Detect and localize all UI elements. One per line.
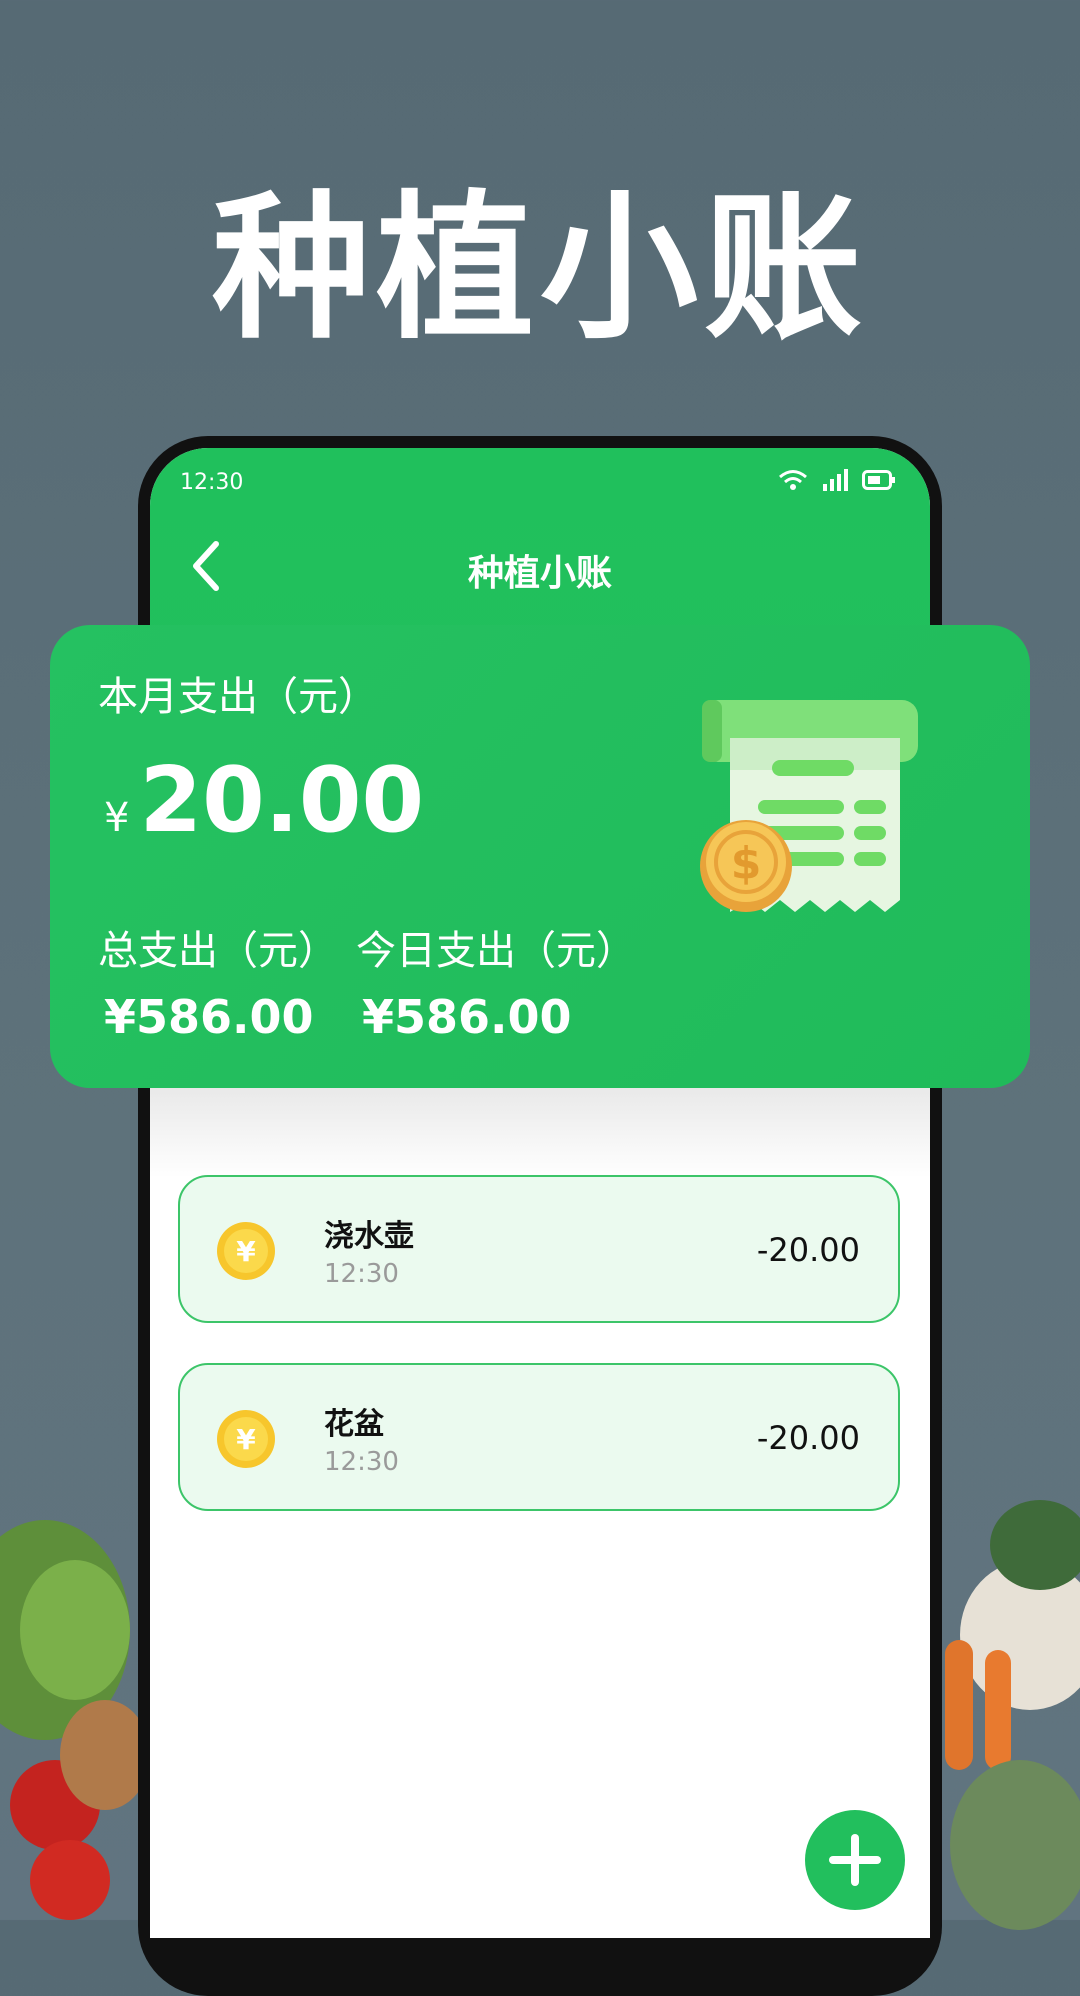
card-shadow (150, 1088, 930, 1178)
status-icons (778, 468, 896, 492)
receipt-coin-icon: $ (700, 700, 918, 912)
entry-name: 浇水壶 (324, 1219, 414, 1254)
entry-name: 花盆 (324, 1407, 384, 1442)
status-time: 12:30 (180, 470, 244, 495)
entry-time: 12:30 (324, 1447, 399, 1477)
entry-amount: -20.00 (756, 1419, 860, 1457)
battery-icon (862, 470, 895, 490)
promo-headline: 种植小账 (212, 177, 868, 361)
svg-text:¥: ¥ (236, 1235, 256, 1268)
entry-amount: -20.00 (756, 1231, 860, 1269)
expense-entry[interactable]: ¥ 浇水壶 12:30 -20.00 (178, 1175, 900, 1323)
signal-icon (823, 469, 848, 491)
screen-title: 种植小账 (467, 553, 612, 594)
total-expense-value: ¥586.00 (104, 990, 314, 1044)
wifi-icon (779, 470, 807, 490)
svg-text:¥: ¥ (236, 1423, 256, 1456)
yuan-coin-icon: ¥ (217, 1410, 275, 1468)
yuan-coin-icon: ¥ (217, 1222, 275, 1280)
month-expense-value: 20.00 (139, 748, 425, 853)
currency-symbol: ¥ (104, 795, 130, 841)
entry-time: 12:30 (324, 1259, 399, 1289)
svg-text:$: $ (731, 838, 762, 889)
total-expense-label: 总支出（元） (98, 928, 338, 974)
month-expense-amount: ¥ 20.00 (104, 748, 424, 853)
expense-entry[interactable]: ¥ 花盆 12:30 -20.00 (178, 1363, 900, 1511)
plus-icon (829, 1834, 881, 1886)
today-expense-label: 今日支出（元） (356, 928, 636, 974)
month-expense-label: 本月支出（元） (98, 674, 378, 720)
today-expense-value: ¥586.00 (362, 990, 572, 1044)
add-entry-button[interactable] (805, 1810, 905, 1910)
